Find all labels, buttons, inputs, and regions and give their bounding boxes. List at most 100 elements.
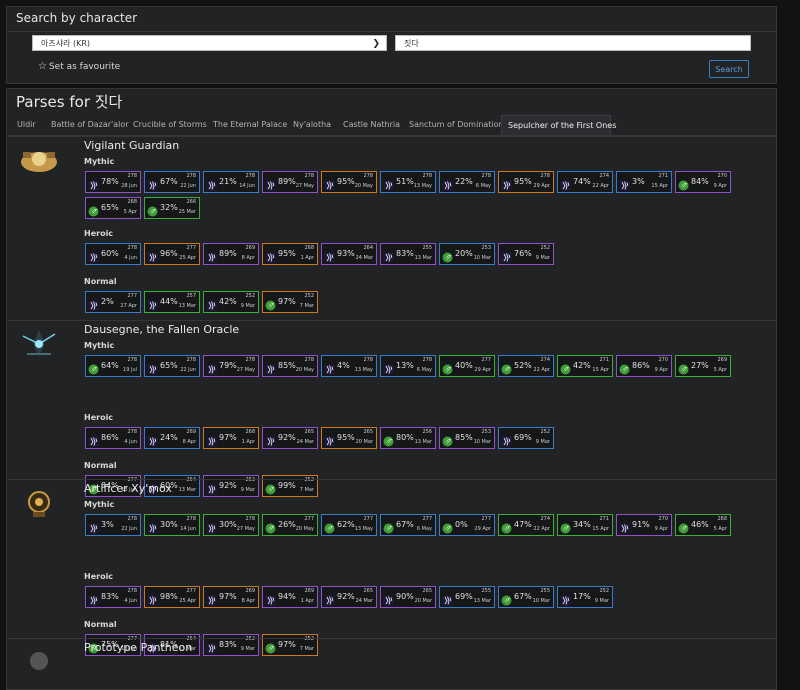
parse-card[interactable]: 85% 253 10 Mar bbox=[439, 427, 495, 449]
parse-card[interactable]: 93% 264 24 Mar bbox=[321, 243, 377, 265]
parse-card[interactable]: 97% 252 7 Mar bbox=[262, 291, 318, 313]
parse-card[interactable]: 74% 274 22 Apr bbox=[557, 171, 613, 193]
parse-date: 7 Mar bbox=[299, 303, 314, 309]
parse-card[interactable]: 91% 270 9 Apr bbox=[616, 514, 672, 536]
parse-card[interactable]: 42% 252 9 Mar bbox=[203, 291, 259, 313]
restoration-spec-icon bbox=[501, 360, 512, 375]
parse-card[interactable]: 95% 278 20 May bbox=[321, 171, 377, 193]
parse-card[interactable]: 95% 268 1 Apr bbox=[262, 243, 318, 265]
tab-sanctum-of-domination[interactable]: Sanctum of Domination bbox=[409, 115, 504, 135]
set-favourite-link[interactable]: ☆ Set as favourite bbox=[38, 61, 120, 72]
parse-card[interactable]: 0% 277 29 Apr bbox=[439, 514, 495, 536]
parse-card[interactable]: 90% 265 20 Mar bbox=[380, 586, 436, 608]
parse-card[interactable]: 94% 269 1 Apr bbox=[262, 586, 318, 608]
parse-card[interactable]: 2% 277 27 Apr bbox=[85, 291, 141, 313]
realm-select[interactable]: 아즈샤라 (KR) ❯ bbox=[32, 35, 387, 51]
parse-card[interactable]: 85% 278 20 May bbox=[262, 355, 318, 377]
parse-card[interactable]: 17% 252 9 Mar bbox=[557, 586, 613, 608]
parse-card[interactable]: 60% 278 4 Jun bbox=[85, 243, 141, 265]
parse-card[interactable]: 84% 270 9 Apr bbox=[675, 171, 731, 193]
parse-card[interactable]: 40% 277 29 Apr bbox=[439, 355, 495, 377]
parse-card[interactable]: 51% 278 13 May bbox=[380, 171, 436, 193]
parse-card[interactable]: 92% 265 24 Mar bbox=[321, 586, 377, 608]
parse-card[interactable]: 96% 277 25 Apr bbox=[144, 243, 200, 265]
parse-percentile: 86% bbox=[101, 433, 119, 442]
parse-card[interactable]: 46% 268 5 Apr bbox=[675, 514, 731, 536]
parse-card[interactable]: 44% 257 13 Mar bbox=[144, 291, 200, 313]
boss-name-artificer-xy-mox: Artificer Xy'mox bbox=[84, 482, 172, 495]
parse-card[interactable]: 67% 277 6 May bbox=[380, 514, 436, 536]
parse-card[interactable]: 52% 274 22 Apr bbox=[498, 355, 554, 377]
parse-card[interactable]: 78% 278 28 Jun bbox=[85, 171, 141, 193]
parse-card[interactable]: 92% 265 24 Mar bbox=[262, 427, 318, 449]
parse-date: 1 Apr bbox=[300, 255, 314, 261]
parse-date: 4 Jun bbox=[124, 598, 137, 604]
parse-card[interactable]: 65% 268 5 Apr bbox=[85, 197, 141, 219]
parse-card[interactable]: 95% 265 20 Mar bbox=[321, 427, 377, 449]
parse-item-level: 257 bbox=[186, 293, 196, 299]
parse-card[interactable]: 98% 277 25 Apr bbox=[144, 586, 200, 608]
feral-spec-icon bbox=[442, 591, 453, 606]
parse-percentile: 78% bbox=[101, 177, 119, 186]
parse-card[interactable]: 4% 278 13 May bbox=[321, 355, 377, 377]
parse-date: 20 May bbox=[295, 367, 314, 373]
parse-percentile: 80% bbox=[396, 433, 414, 442]
parse-card[interactable]: 65% 278 22 Jun bbox=[144, 355, 200, 377]
character-name-input[interactable]: 짓다 bbox=[395, 35, 751, 51]
parse-card[interactable]: 30% 278 27 May bbox=[203, 514, 259, 536]
parse-item-level: 265 bbox=[422, 588, 432, 594]
parse-card[interactable]: 26% 277 20 May bbox=[262, 514, 318, 536]
feral-spec-icon bbox=[206, 432, 217, 447]
parse-card[interactable]: 86% 278 4 Jun bbox=[85, 427, 141, 449]
parse-card[interactable]: 86% 270 9 Apr bbox=[616, 355, 672, 377]
parse-card[interactable]: 62% 277 13 May bbox=[321, 514, 377, 536]
parse-card[interactable]: 67% 278 22 Jun bbox=[144, 171, 200, 193]
parse-card[interactable]: 32% 266 25 Mar bbox=[144, 197, 200, 219]
parse-card[interactable]: 47% 274 22 Apr bbox=[498, 514, 554, 536]
tab-castle-nathria[interactable]: Castle Nathria bbox=[343, 115, 400, 135]
parse-card[interactable]: 69% 255 13 Mar bbox=[439, 586, 495, 608]
parse-card[interactable]: 67% 255 10 Mar bbox=[498, 586, 554, 608]
parse-card[interactable]: 89% 278 27 May bbox=[262, 171, 318, 193]
tab-sepulcher-of-the-first-ones[interactable]: Sepulcher of the First Ones bbox=[501, 115, 616, 135]
parse-card[interactable]: 27% 269 5 Apr bbox=[675, 355, 731, 377]
tab-crucible-of-storms[interactable]: Crucible of Storms bbox=[133, 115, 207, 135]
parse-card[interactable]: 97% 268 1 Apr bbox=[203, 427, 259, 449]
parse-card[interactable]: 79% 278 27 May bbox=[203, 355, 259, 377]
parse-card[interactable]: 89% 269 8 Apr bbox=[203, 243, 259, 265]
parse-card[interactable]: 20% 253 10 Mar bbox=[439, 243, 495, 265]
realm-select-value: 아즈샤라 (KR) bbox=[41, 39, 91, 48]
parse-card[interactable]: 34% 271 15 Apr bbox=[557, 514, 613, 536]
parse-card[interactable]: 97% 269 8 Apr bbox=[203, 586, 259, 608]
feral-spec-icon bbox=[88, 519, 99, 534]
parse-card[interactable]: 22% 278 6 May bbox=[439, 171, 495, 193]
parse-card[interactable]: 24% 269 8 Apr bbox=[144, 427, 200, 449]
difficulty-heroic: Heroic bbox=[84, 413, 114, 422]
parse-card[interactable]: 42% 271 15 Apr bbox=[557, 355, 613, 377]
parse-card[interactable]: 13% 278 6 May bbox=[380, 355, 436, 377]
parse-card[interactable]: 3% 278 22 Jun bbox=[85, 514, 141, 536]
parse-card[interactable]: 30% 278 14 Jun bbox=[144, 514, 200, 536]
parse-card[interactable]: 3% 271 15 Apr bbox=[616, 171, 672, 193]
tab-the-eternal-palace[interactable]: The Eternal Palace bbox=[213, 115, 287, 135]
parse-percentile: 89% bbox=[278, 177, 296, 186]
parse-card[interactable]: 69% 252 9 Mar bbox=[498, 427, 554, 449]
parse-percentile: 94% bbox=[278, 592, 296, 601]
parse-card[interactable]: 95% 278 29 Apr bbox=[498, 171, 554, 193]
tab-battle-of-dazar-alor[interactable]: Battle of Dazar'alor bbox=[51, 115, 129, 135]
boss-divider bbox=[7, 136, 776, 137]
tab-ny-alotha[interactable]: Ny'alotha bbox=[293, 115, 331, 135]
parse-card[interactable]: 64% 278 19 Jul bbox=[85, 355, 141, 377]
parse-card[interactable]: 76% 252 9 Mar bbox=[498, 243, 554, 265]
search-button[interactable]: Search bbox=[709, 60, 749, 78]
parse-date: 9 Mar bbox=[535, 255, 550, 261]
parse-card[interactable]: 80% 256 13 Mar bbox=[380, 427, 436, 449]
parse-date: 13 Mar bbox=[178, 303, 196, 309]
parse-card[interactable]: 83% 278 4 Jun bbox=[85, 586, 141, 608]
feral-spec-icon bbox=[147, 519, 158, 534]
parse-card[interactable]: 83% 255 13 Mar bbox=[380, 243, 436, 265]
parse-percentile: 27% bbox=[691, 361, 709, 370]
parse-date: 13 Mar bbox=[414, 439, 432, 445]
tab-uldir[interactable]: Uldir bbox=[17, 115, 36, 135]
parse-card[interactable]: 21% 278 14 Jun bbox=[203, 171, 259, 193]
